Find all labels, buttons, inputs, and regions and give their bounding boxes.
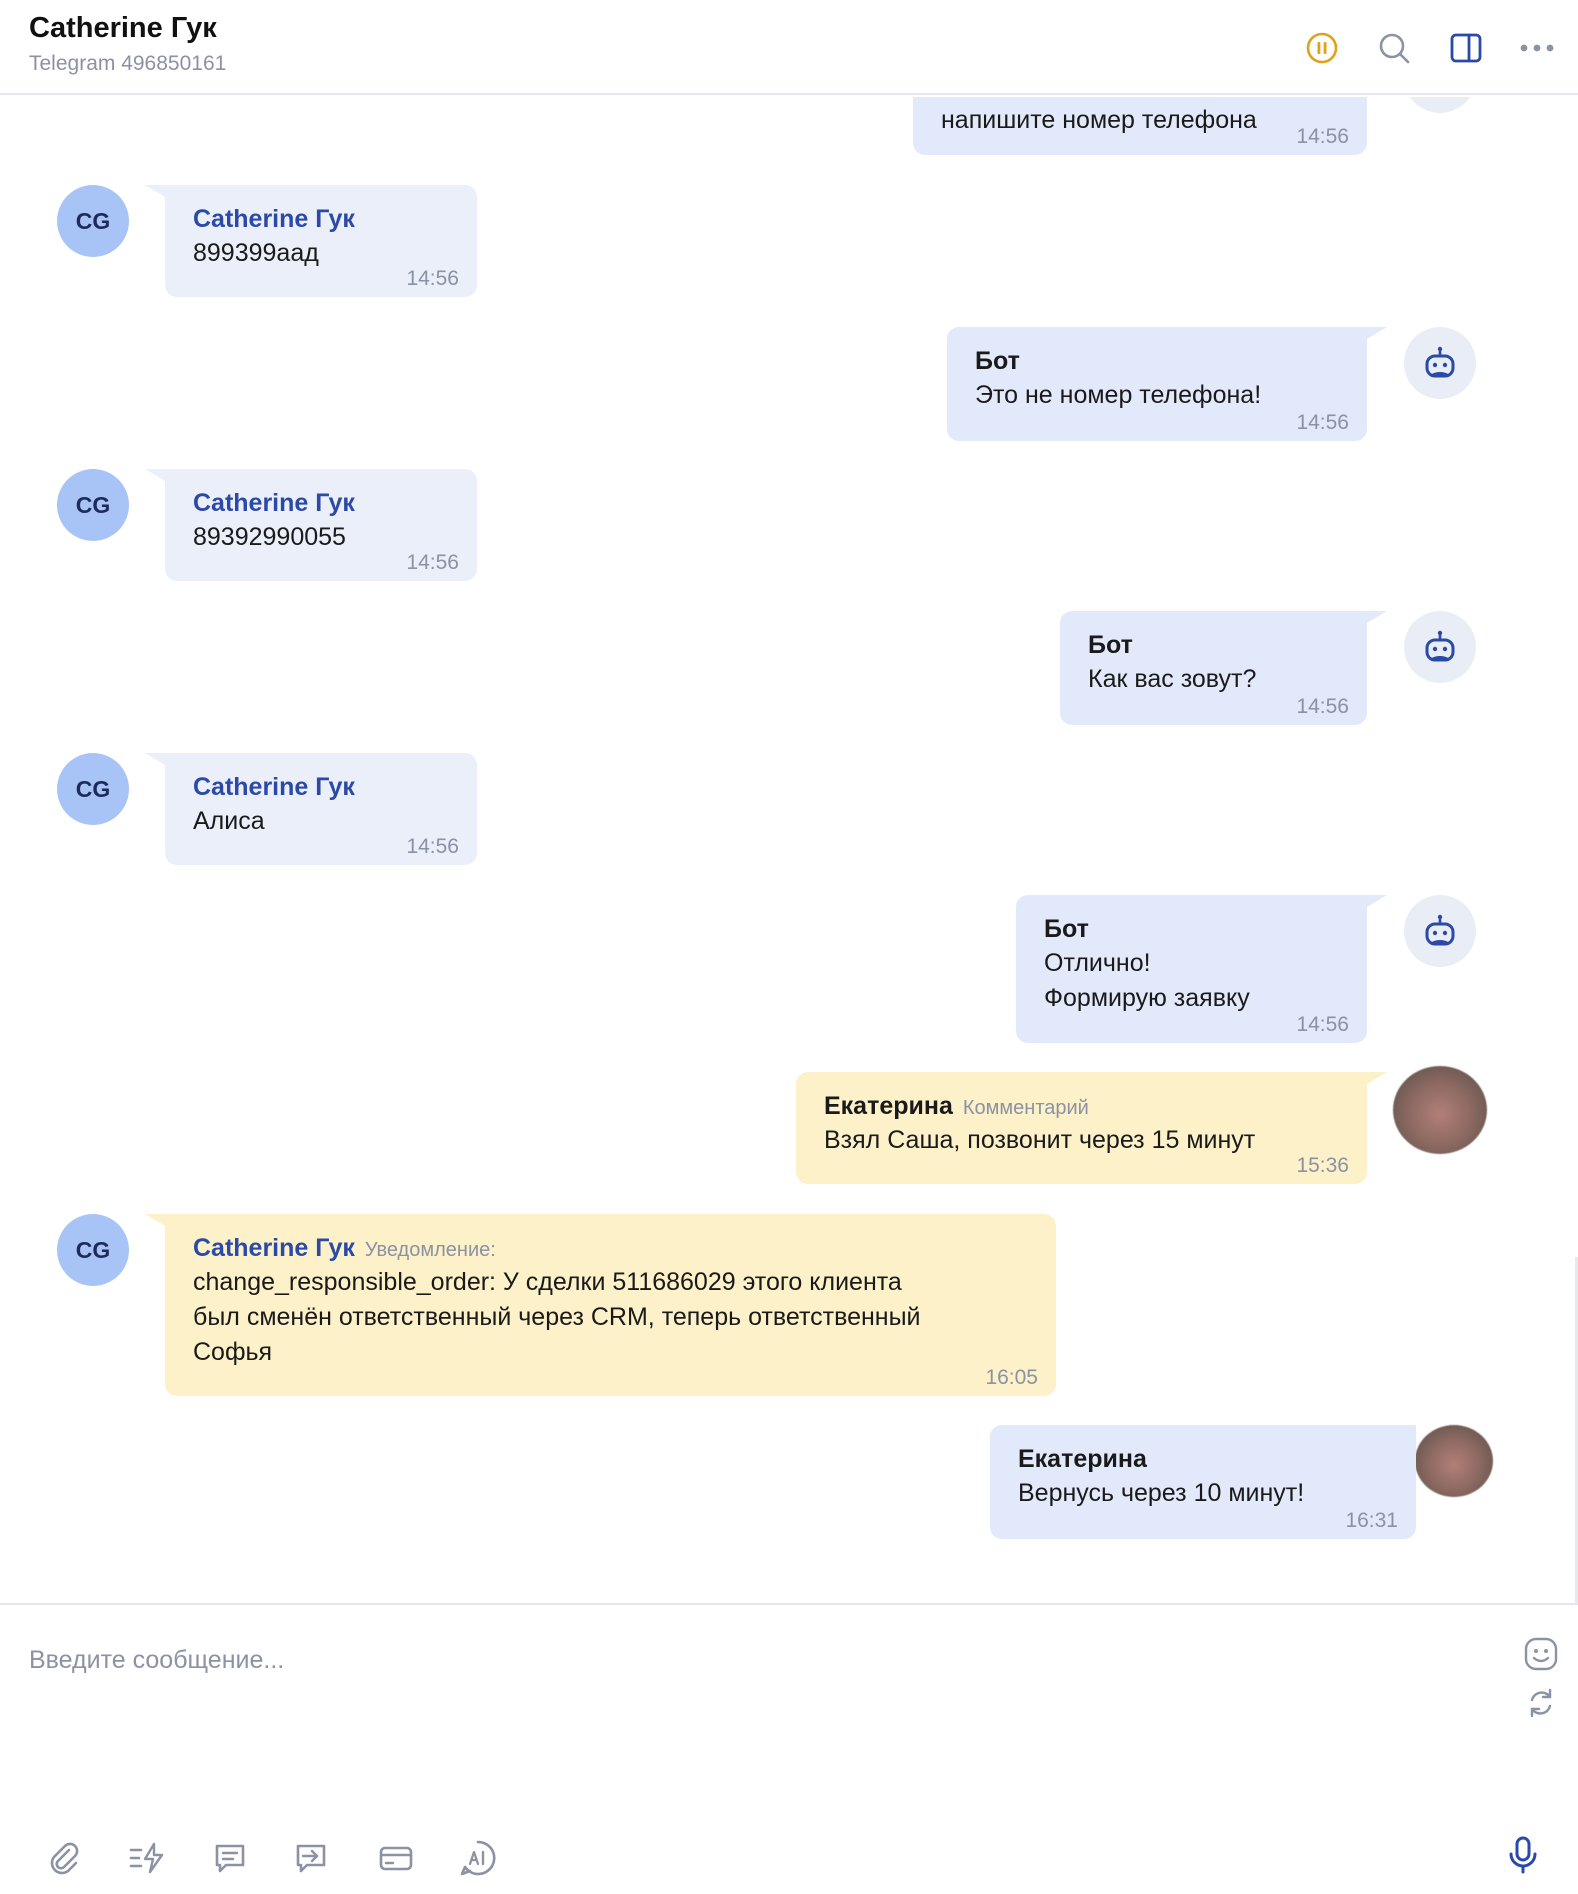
bot-avatar xyxy=(1404,327,1476,399)
ai-icon[interactable] xyxy=(456,1836,500,1880)
message-text: Взял Саша, позвонит через 15 минут xyxy=(824,1126,1256,1154)
message-text: Алиса xyxy=(193,807,265,835)
contact-channel: Telegram 496850161 xyxy=(29,52,227,75)
robot-icon xyxy=(1425,914,1455,946)
message-bot: напишите номер телефона 14:56 xyxy=(913,97,1367,155)
message-composer xyxy=(0,1603,1578,1894)
emoji-icon[interactable] xyxy=(1519,1632,1563,1676)
search-icon[interactable] xyxy=(1374,28,1414,68)
avatar[interactable]: CG xyxy=(57,753,129,825)
quick-replies-icon[interactable] xyxy=(125,1836,169,1880)
message-text-line: change_responsible_order: У сделки 51168… xyxy=(193,1268,902,1296)
message-time: 14:56 xyxy=(1296,411,1349,434)
message-time: 14:56 xyxy=(406,835,459,858)
message-time: 14:56 xyxy=(1296,125,1349,148)
message-sender: Бот xyxy=(1088,631,1133,659)
message-text-line: Отлично! xyxy=(1044,949,1151,977)
message-text: Вернусь через 10 минут! xyxy=(1018,1479,1305,1507)
message-text: 89392990055 xyxy=(193,523,346,551)
robot-icon xyxy=(1425,346,1455,378)
message-sender: Екатерина xyxy=(824,1092,953,1120)
message-client: Catherine Гук Алиса 14:56 xyxy=(145,753,477,865)
forward-icon[interactable] xyxy=(289,1836,333,1880)
paperclip-icon[interactable] xyxy=(42,1836,86,1880)
chat-header: Catherine Гук Telegram 496850161 xyxy=(0,0,1578,95)
message-sender: Бот xyxy=(1044,915,1089,943)
microphone-icon[interactable] xyxy=(1501,1833,1545,1877)
notification-tag: Уведомление: xyxy=(364,1239,496,1261)
message-text-line: Софья xyxy=(193,1338,273,1366)
message-time: 14:56 xyxy=(406,267,459,290)
message-time: 14:56 xyxy=(406,551,459,574)
message-client: Catherine Гук 89392990055 14:56 xyxy=(145,469,477,581)
comment-icon[interactable] xyxy=(208,1836,252,1880)
message-operator: Екатерина Вернусь через 10 минут! 16:31 xyxy=(990,1425,1416,1539)
message-text: Это не номер телефона! xyxy=(975,381,1262,409)
avatar[interactable]: CG xyxy=(57,185,129,257)
message-time: 16:05 xyxy=(985,1366,1038,1389)
sidebar-panel-icon[interactable] xyxy=(1446,28,1486,68)
message-text-line: Формирую заявку xyxy=(1044,984,1250,1012)
message-bot: Бот Это не номер телефона! 14:56 xyxy=(947,327,1387,441)
operator-avatar[interactable] xyxy=(1393,1066,1487,1154)
message-text: напишите номер телефона xyxy=(941,106,1257,134)
avatar[interactable]: CG xyxy=(57,1214,129,1286)
message-sender[interactable]: Catherine Гук xyxy=(193,489,355,518)
message-list[interactable]: напишите номер телефона 14:56 CG Catheri… xyxy=(0,97,1578,1603)
message-sender[interactable]: Catherine Гук xyxy=(193,205,355,234)
message-time: 15:36 xyxy=(1296,1154,1349,1177)
message-comment: Екатерина Комментарий Взял Саша, позвонит… xyxy=(796,1072,1387,1184)
contact-name: Catherine Гук xyxy=(29,12,217,44)
comment-tag: Комментарий xyxy=(962,1097,1089,1119)
message-notification: Catherine Гук Уведомление: change_respons… xyxy=(145,1214,1056,1396)
switch-icon[interactable] xyxy=(1519,1681,1563,1725)
more-icon[interactable] xyxy=(1517,28,1557,68)
message-input[interactable] xyxy=(29,1640,1479,1680)
message-text: 899399аад xyxy=(193,239,319,267)
message-sender[interactable]: Catherine Гук xyxy=(193,773,355,802)
message-time: 14:56 xyxy=(1296,1013,1349,1036)
message-sender: Бот xyxy=(975,347,1020,375)
bot-avatar xyxy=(1404,97,1476,113)
message-bot: Бот Как вас зовут? 14:56 xyxy=(1060,611,1387,725)
operator-avatar[interactable] xyxy=(1415,1425,1493,1497)
message-text: Как вас зовут? xyxy=(1088,665,1257,693)
message-client: Catherine Гук 899399аад 14:56 xyxy=(145,185,477,297)
message-bot: Бот Отлично! Формирую заявку 14:56 xyxy=(1016,895,1387,1043)
pause-icon[interactable] xyxy=(1302,28,1342,68)
avatar[interactable]: CG xyxy=(57,469,129,541)
message-time: 14:56 xyxy=(1296,695,1349,718)
message-sender: Екатерина xyxy=(1018,1445,1147,1473)
robot-icon xyxy=(1425,630,1455,662)
message-text-line: был сменён ответственный через CRM, тепе… xyxy=(193,1303,921,1331)
message-time: 16:31 xyxy=(1345,1509,1398,1532)
card-icon[interactable] xyxy=(374,1836,418,1880)
message-sender[interactable]: Catherine Гук xyxy=(193,1234,355,1263)
bot-avatar xyxy=(1404,895,1476,967)
bot-avatar xyxy=(1404,611,1476,683)
